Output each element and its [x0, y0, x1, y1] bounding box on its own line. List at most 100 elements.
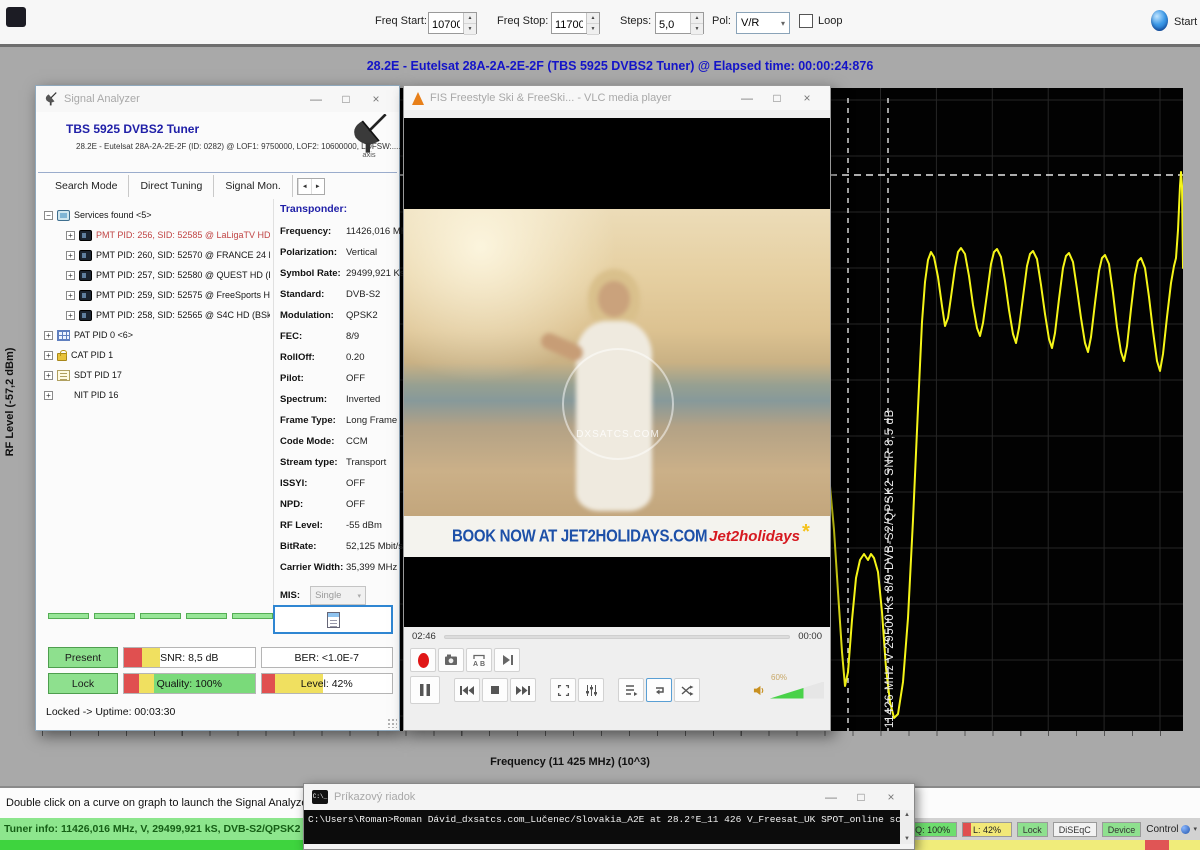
snapshot-button[interactable]: [438, 648, 464, 672]
expand-icon[interactable]: +: [66, 271, 75, 280]
console-line[interactable]: C:\Users\Roman>Roman Dávid_dxsatcs.com_L…: [304, 810, 900, 844]
tab-direct-tuning[interactable]: Direct Tuning: [129, 175, 214, 197]
playlist-button[interactable]: [618, 678, 644, 702]
pol-value: V/R: [741, 17, 759, 29]
tree-item-service[interactable]: + PMT PID: 257, SID: 52580 @ QUEST HD (B…: [66, 265, 270, 285]
expand-icon[interactable]: +: [66, 231, 75, 240]
start-orb-icon[interactable]: [1151, 10, 1168, 31]
video-area[interactable]: BOOK NOW AT JET2HOLIDAYS.COM Jet2holiday…: [404, 118, 830, 627]
frame-by-frame-button[interactable]: [494, 648, 520, 672]
tree-root-services[interactable]: − Services found <5>: [44, 205, 270, 225]
volume-control[interactable]: 60%: [753, 682, 824, 699]
freq-stop-input[interactable]: [552, 13, 586, 33]
table-label: NIT PID 16: [74, 390, 118, 400]
transponder-row-value: CCM: [346, 436, 368, 447]
quality-mini-text: Q: 100%: [909, 823, 956, 837]
next-button[interactable]: [510, 678, 536, 702]
freq-start-updown[interactable]: ▲▼: [463, 13, 476, 33]
window-title: FIS Freestyle Ski & FreeSki... - VLC med…: [430, 92, 732, 104]
scroll-down-icon[interactable]: ▼: [900, 834, 914, 844]
fullscreen-button[interactable]: [550, 678, 576, 702]
pid-count-badge: [186, 613, 227, 619]
freq-stop-updown[interactable]: ▲▼: [586, 13, 599, 33]
collapse-icon[interactable]: −: [44, 211, 53, 220]
start-button[interactable]: Start: [1174, 16, 1197, 28]
tree-item-service[interactable]: + PMT PID: 256, SID: 52585 @ LaLigaTV HD…: [66, 225, 270, 245]
expand-icon[interactable]: +: [44, 391, 53, 400]
tree-item-table[interactable]: + SDT PID 17: [44, 365, 270, 385]
satellite-dish-icon: [44, 92, 58, 106]
arrow-left-icon[interactable]: ◄: [298, 179, 311, 194]
expand-icon[interactable]: +: [66, 311, 75, 320]
freq-start-input[interactable]: [429, 13, 463, 33]
up-arrow-icon[interactable]: ▲: [691, 13, 703, 24]
record-button[interactable]: [410, 648, 436, 672]
steps-updown[interactable]: ▲▼: [690, 13, 703, 33]
tree-item-service[interactable]: + PMT PID: 259, SID: 52575 @ FreeSports …: [66, 285, 270, 305]
freq-stop-spinner[interactable]: ▲▼: [551, 12, 600, 34]
tree-item-table[interactable]: + CAT PID 1: [44, 345, 270, 365]
tab-signal-mon[interactable]: Signal Mon.: [214, 175, 292, 197]
mis-select[interactable]: Single ▾: [310, 586, 366, 605]
volume-slider[interactable]: [770, 682, 824, 699]
minimize-button[interactable]: —: [816, 790, 846, 804]
freq-start-spinner[interactable]: ▲▼: [428, 12, 477, 34]
pause-icon: [419, 683, 431, 697]
minimize-button[interactable]: —: [732, 91, 762, 105]
seek-slider[interactable]: [444, 635, 790, 639]
pol-select[interactable]: V/R ▾: [736, 12, 790, 34]
cmd-titlebar[interactable]: C:\_ Príkazový riadok — □ ×: [304, 784, 914, 810]
console-area[interactable]: C:\Users\Roman>Roman Dávid_dxsatcs.com_L…: [304, 810, 914, 844]
loop-button[interactable]: [646, 678, 672, 702]
tree-item-table[interactable]: + PAT PID 0 <6>: [44, 325, 270, 345]
maximize-button[interactable]: □: [762, 91, 792, 105]
export-button[interactable]: [273, 605, 393, 634]
tree-item-service[interactable]: + PMT PID: 260, SID: 52570 @ FRANCE 24 H…: [66, 245, 270, 265]
pause-button[interactable]: [410, 676, 440, 704]
random-button[interactable]: [674, 678, 700, 702]
close-button[interactable]: ×: [876, 790, 906, 804]
pol-label: Pol:: [712, 15, 731, 27]
down-arrow-icon[interactable]: ▼: [587, 24, 599, 35]
expand-icon[interactable]: +: [44, 351, 53, 360]
equalizer-button[interactable]: [578, 678, 604, 702]
close-button[interactable]: ×: [361, 92, 391, 106]
scroll-up-icon[interactable]: ▲: [900, 810, 914, 820]
transponder-row-label: Frequency:: [280, 226, 346, 237]
expand-icon[interactable]: +: [44, 331, 53, 340]
tree-item-service[interactable]: + PMT PID: 258, SID: 52565 @ S4C HD (BSk…: [66, 305, 270, 325]
transponder-row: Polarization: Vertical: [280, 242, 398, 263]
transponder-row: Symbol Rate: 29499,921 Ks: [280, 263, 398, 284]
diseqc-badge: DiSEqC: [1053, 822, 1097, 837]
maximize-button[interactable]: □: [331, 92, 361, 106]
vlc-titlebar[interactable]: FIS Freestyle Ski & FreeSki... - VLC med…: [404, 86, 830, 110]
quality-bar: Quality: 100%: [123, 673, 256, 694]
expand-icon[interactable]: +: [66, 291, 75, 300]
down-arrow-icon[interactable]: ▼: [691, 24, 703, 35]
resize-grip[interactable]: [387, 718, 397, 728]
maximize-button[interactable]: □: [846, 790, 876, 804]
up-arrow-icon[interactable]: ▲: [587, 13, 599, 24]
tab-scroll-control[interactable]: ◄ ►: [297, 178, 325, 195]
control-dropdown[interactable]: Control ▾: [1146, 824, 1197, 835]
ab-loop-button[interactable]: AB: [466, 648, 492, 672]
level-bar: Level: 42%: [261, 673, 394, 694]
signal-analyzer-titlebar[interactable]: Signal Analyzer — □ ×: [36, 86, 399, 112]
loop-checkbox[interactable]: [799, 14, 813, 28]
tab-search-mode[interactable]: Search Mode: [44, 175, 129, 197]
arrow-right-icon[interactable]: ►: [311, 179, 324, 194]
expand-icon[interactable]: +: [44, 371, 53, 380]
pid-count-badge: [94, 613, 135, 619]
tree-item-table[interactable]: + NIT PID 16: [44, 385, 270, 405]
steps-spinner[interactable]: ▲▼: [655, 12, 704, 34]
minimize-button[interactable]: —: [301, 92, 331, 106]
down-arrow-icon[interactable]: ▼: [464, 24, 476, 35]
uptime-text: Locked -> Uptime: 00:03:30: [46, 706, 175, 718]
close-button[interactable]: ×: [792, 91, 822, 105]
transponder-row-label: BitRate:: [280, 541, 346, 552]
expand-icon[interactable]: +: [66, 251, 75, 260]
previous-button[interactable]: [454, 678, 480, 702]
up-arrow-icon[interactable]: ▲: [464, 13, 476, 24]
stop-button[interactable]: [482, 678, 508, 702]
steps-input[interactable]: [656, 13, 690, 33]
